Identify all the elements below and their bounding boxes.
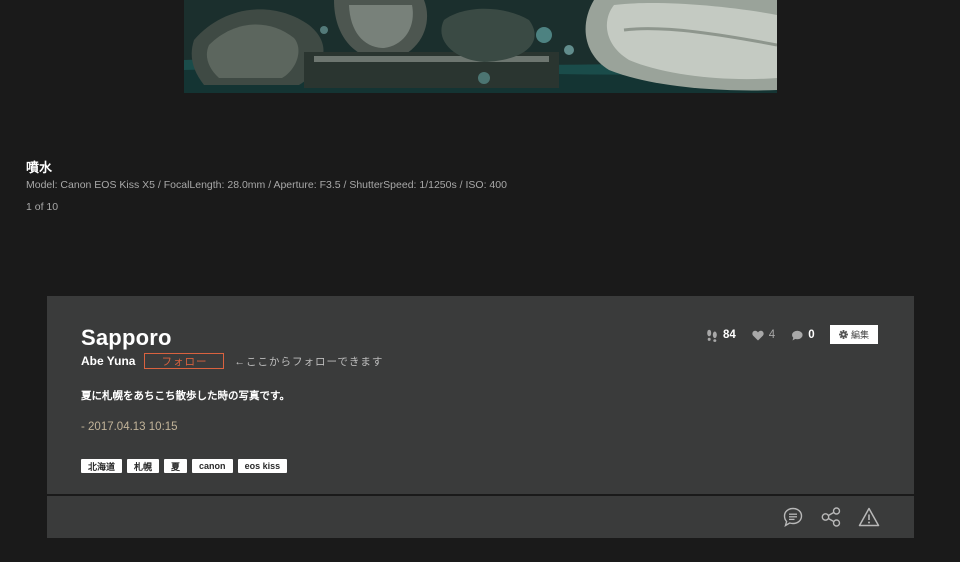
views-stat: 84 bbox=[706, 329, 736, 342]
gear-icon bbox=[838, 330, 848, 339]
edit-button[interactable]: 編集 bbox=[830, 325, 878, 344]
comments-stat[interactable]: 0 bbox=[791, 329, 815, 341]
album-description: 夏に札幌をあちこち散歩した時の写真です。 bbox=[81, 390, 290, 402]
album-info-card: Sapporo Abe Yuna フォロー ←ここからフォローできます 夏に札幌… bbox=[47, 296, 914, 494]
follow-hint: ←ここからフォローできます bbox=[234, 355, 384, 368]
likes-count: 4 bbox=[768, 329, 776, 341]
likes-stat[interactable]: 4 bbox=[752, 329, 775, 341]
photo-counter: 1 of 10 bbox=[26, 201, 59, 213]
album-title: Sapporo bbox=[81, 325, 172, 350]
tag[interactable]: 夏 bbox=[164, 459, 188, 473]
action-bar bbox=[47, 496, 914, 538]
author-row: Abe Yuna フォロー ←ここからフォローできます bbox=[81, 353, 383, 369]
comment-icon bbox=[783, 507, 803, 527]
share-button[interactable] bbox=[820, 506, 842, 528]
photo-title: 噴水 bbox=[26, 160, 53, 175]
views-count: 84 bbox=[723, 329, 736, 341]
tag[interactable]: eos kiss bbox=[237, 459, 288, 473]
share-icon bbox=[821, 507, 841, 527]
author-name[interactable]: Abe Yuna bbox=[81, 354, 135, 368]
tag[interactable]: 北海道 bbox=[81, 459, 123, 473]
tag-list: 北海道 札幌 夏 canon eos kiss bbox=[81, 459, 288, 473]
tag[interactable]: 札幌 bbox=[127, 459, 160, 473]
follow-button[interactable]: フォロー bbox=[144, 353, 225, 369]
photo-detail-page: 噴水 Model: Canon EOS Kiss X5 / FocalLengt… bbox=[0, 0, 960, 562]
tag[interactable]: canon bbox=[192, 459, 233, 473]
photo-image[interactable] bbox=[184, 0, 777, 93]
footprints-icon bbox=[707, 329, 717, 342]
speech-bubble-icon bbox=[792, 330, 803, 340]
post-date: - 2017.04.13 10:15 bbox=[81, 421, 178, 433]
edit-label: 編集 bbox=[850, 330, 869, 340]
comments-count: 0 bbox=[808, 329, 815, 341]
fountain-photo-art bbox=[184, 0, 777, 93]
stats-row: 84 4 0 bbox=[706, 327, 831, 343]
heart-icon bbox=[752, 330, 764, 340]
warning-icon bbox=[858, 507, 880, 527]
photo-exif-info: Model: Canon EOS Kiss X5 / FocalLength: … bbox=[26, 179, 507, 191]
comment-button[interactable] bbox=[782, 506, 804, 528]
report-button[interactable] bbox=[858, 506, 880, 528]
